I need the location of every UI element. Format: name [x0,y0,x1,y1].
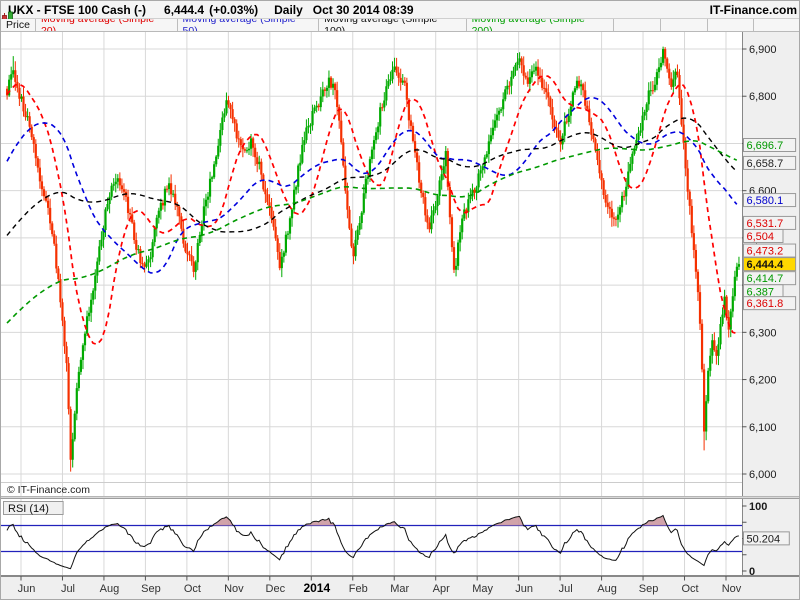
legend-item-sma50[interactable]: Moving average (Simple 50) [178,19,320,31]
symbol-title: UKX - FTSE 100 Cash (-) [8,2,147,17]
svg-text:6,000: 6,000 [749,469,777,481]
legend-item-sma20[interactable]: Moving average (Simple 20) [36,19,178,31]
svg-text:6,444.4: 6,444.4 [747,259,785,271]
svg-text:Jun: Jun [515,583,533,595]
svg-text:50.204: 50.204 [747,533,781,545]
svg-text:6,414.7: 6,414.7 [747,273,784,285]
legend-item-sma200[interactable]: Moving average (Simple 200) [467,19,614,31]
svg-text:Aug: Aug [100,583,120,595]
svg-text:6,361.8: 6,361.8 [747,298,784,310]
svg-text:Jul: Jul [559,583,573,595]
svg-text:2014: 2014 [303,581,330,595]
axis-value-labels: 6,696.7 6,658.7 6,580.1 6,531.76,504 6,473.2… [743,138,797,311]
svg-text:Sep: Sep [141,583,161,595]
svg-text:6,800: 6,800 [749,91,777,103]
svg-text:6,696.7: 6,696.7 [747,140,784,152]
svg-text:6,580.1: 6,580.1 [747,195,784,207]
svg-text:100: 100 [749,501,767,513]
rsi-indicator-canvas[interactable]: 100 0 50.204 RSI (14) [1,499,800,576]
svg-text:Oct: Oct [184,583,201,595]
chart-application-window: UKX - FTSE 100 Cash (-) 6,444.4 (+0.03%)… [0,0,800,600]
svg-text:6,504: 6,504 [747,231,775,243]
svg-text:6,473.2: 6,473.2 [747,246,784,258]
svg-text:6,658.7: 6,658.7 [747,158,784,170]
timeframe: Daily [274,2,303,17]
svg-text:6,531.7: 6,531.7 [747,218,784,230]
svg-text:Jul: Jul [61,583,75,595]
svg-text:Dec: Dec [266,583,286,595]
svg-text:Apr: Apr [433,583,450,595]
svg-text:Jun: Jun [18,583,36,595]
svg-text:Mar: Mar [390,583,409,595]
svg-text:Sep: Sep [639,583,659,595]
last-price: 6,444.4 [164,2,205,17]
svg-text:6,900: 6,900 [749,44,777,56]
datetime: Oct 30 2014 08:39 [312,2,414,17]
svg-text:6,200: 6,200 [749,375,777,387]
svg-text:0: 0 [749,566,755,576]
legend-empty-cell [614,19,661,31]
legend-empty-cell [661,19,708,31]
svg-text:Feb: Feb [349,583,368,595]
legend-empty-cell [754,19,799,31]
brand-logo-text: IT-Finance.com [709,2,797,17]
legend-empty-cell [708,19,755,31]
svg-text:RSI (14): RSI (14) [8,503,49,515]
svg-text:May: May [472,583,493,595]
copyright-text: © IT-Finance.com [7,484,90,496]
legend-item-sma100[interactable]: Moving average (Simple 100) [319,19,467,31]
legend-item-price[interactable]: Price [1,19,36,31]
svg-text:Oct: Oct [681,583,698,595]
price-change: (+0.03%) [209,2,259,17]
svg-text:6,100: 6,100 [749,422,777,434]
price-chart-canvas[interactable]: © IT-Finance.com6,0006,1006,2006,3006,40… [1,32,800,496]
title-bar: UKX - FTSE 100 Cash (-) 6,444.4 (+0.03%)… [1,1,799,23]
svg-text:Nov: Nov [722,583,742,595]
time-axis: Jun Jul Aug Sep Oct Nov Dec 2014 Feb Mar Apr May Jun… [1,576,799,599]
svg-text:Nov: Nov [224,583,244,595]
svg-text:6,300: 6,300 [749,327,777,339]
indicator-legend-bar: Price Moving average (Simple 20) Moving av… [1,19,799,32]
svg-text:Aug: Aug [597,583,617,595]
